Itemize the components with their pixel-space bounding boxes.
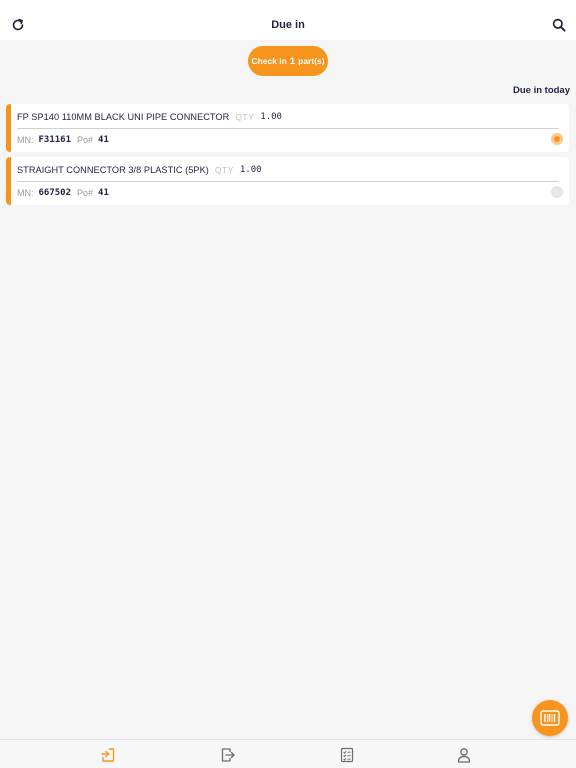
part-card[interactable]: STRAIGHT CONNECTOR 3/8 PLASTIC (5PK) QTY… xyxy=(6,157,569,205)
po-label: Po# xyxy=(77,188,94,198)
qty-label: QTY xyxy=(214,165,234,175)
profile-icon[interactable] xyxy=(454,745,474,765)
card-divider xyxy=(17,181,558,182)
qty-value: 1.00 xyxy=(239,165,262,175)
part-name: STRAIGHT CONNECTOR 3/8 PLASTIC (5PK) xyxy=(17,165,209,175)
qty-value: 1.00 xyxy=(260,112,282,122)
po-value: 41 xyxy=(98,188,109,198)
select-radio[interactable] xyxy=(551,133,563,145)
mn-label: MN: xyxy=(17,188,34,198)
check-in-button[interactable]: Check in 1 part(s) xyxy=(248,46,328,76)
mn-value: F31161 xyxy=(38,135,72,145)
check-out-icon[interactable] xyxy=(218,745,238,765)
select-radio[interactable] xyxy=(551,186,563,198)
tab-bar xyxy=(0,739,576,768)
card-divider xyxy=(17,128,558,129)
mn-label: MN: xyxy=(17,135,34,145)
check-in-count: 1 xyxy=(289,55,296,67)
check-in-suffix: part(s) xyxy=(298,56,325,66)
card-accent-bar xyxy=(6,157,11,205)
check-in-icon[interactable] xyxy=(98,745,118,765)
search-icon[interactable] xyxy=(550,16,568,34)
part-name: FP SP140 110MM BLACK UNI PIPE CONNECTOR xyxy=(17,112,230,122)
po-value: 41 xyxy=(98,135,109,145)
part-card[interactable]: FP SP140 110MM BLACK UNI PIPE CONNECTOR … xyxy=(6,104,569,152)
page-title: Due in xyxy=(271,19,305,31)
check-in-prefix: Check in xyxy=(251,56,287,66)
section-label: Due in today xyxy=(512,85,570,96)
mn-value: 667502 xyxy=(38,188,72,198)
top-bar: Due in xyxy=(0,0,576,40)
checklist-icon[interactable] xyxy=(337,745,357,765)
po-label: Po# xyxy=(77,135,94,145)
qty-label: QTY xyxy=(235,112,255,122)
barcode-scanner-icon[interactable] xyxy=(532,700,568,736)
card-accent-bar xyxy=(6,104,11,152)
